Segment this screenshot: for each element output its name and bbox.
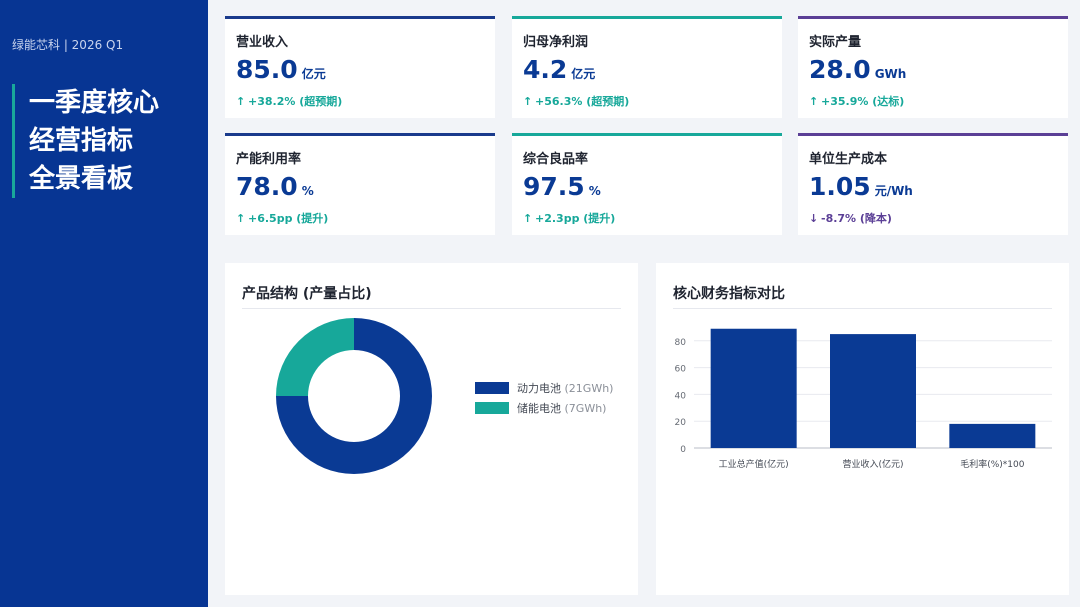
kpi-card-capacity-utilization: 产能利用率 78.0% ↑ +6.5pp (提升) [225, 133, 495, 235]
kpi-delta-text: +2.3pp (提升) [535, 212, 616, 225]
y-tick-label: 40 [675, 391, 687, 401]
kpi-value: 28.0 [809, 55, 871, 84]
kpi-unit: 元/Wh [874, 184, 913, 198]
kpi-delta: ↑ +35.9% (达标) [809, 93, 904, 109]
kpi-value: 97.5 [523, 172, 585, 201]
legend-label: 动力电池 [517, 382, 561, 395]
kpi-accent-bar [512, 133, 782, 136]
bar-chart: 0 20 40 60 80 工业总产值(亿元) 营业收入(亿元) 毛利率(%)*100 [675, 328, 1052, 470]
arrow-up-icon: ↑ [809, 95, 819, 108]
sidebar: 绿能芯科 | 2026 Q1 一季度核心 经营指标 全景看板 [0, 0, 208, 607]
y-tick-label: 60 [675, 365, 687, 375]
kpi-unit: 亿元 [571, 67, 596, 81]
kpi-delta: ↑ +2.3pp (提升) [523, 210, 615, 226]
kpi-accent-bar [798, 16, 1068, 19]
kpi-delta-text: -8.7% (降本) [821, 212, 892, 225]
kpi-accent-bar [225, 133, 495, 136]
x-tick-label: 营业收入(亿元) [842, 458, 903, 470]
kpi-label: 营业收入 [236, 35, 289, 50]
kpi-label: 综合良品率 [523, 152, 589, 167]
donut-legend: 动力电池 (21GWh) 储能电池 (7GWh) [475, 378, 613, 418]
arrow-up-icon: ↑ [523, 95, 533, 108]
kpi-delta: ↑ +6.5pp (提升) [236, 210, 328, 226]
kpi-card-net-profit: 归母净利润 4.2 亿元 ↑ +56.3% (超预期) [512, 16, 782, 118]
kpi-card-unit-cost: 单位生产成本 1.05 元/Wh ↓ -8.7% (降本) [798, 133, 1068, 235]
title-line-2: 经营指标 [29, 126, 134, 156]
legend-label: 储能电池 [517, 402, 561, 415]
legend-swatch [475, 402, 509, 414]
kpi-delta-text: +6.5pp (提升) [248, 212, 329, 225]
kpi-label: 归母净利润 [523, 35, 589, 50]
legend-item-storage-battery: 储能电池 (7GWh) [475, 398, 613, 418]
bar [710, 328, 797, 448]
donut-slice-2 [276, 318, 354, 396]
legend-detail: (21GWh) [564, 381, 614, 395]
kpi-label: 产能利用率 [236, 152, 302, 167]
kpi-unit: % [588, 184, 601, 198]
x-tick-label: 毛利率(%)*100 [960, 458, 1025, 470]
kpi-label: 实际产量 [809, 35, 862, 50]
arrow-up-icon: ↑ [236, 212, 246, 225]
kpi-delta-text: +35.9% (达标) [821, 95, 905, 108]
kpi-delta-text: +56.3% (超预期) [535, 95, 630, 108]
kpi-unit: % [301, 184, 314, 198]
kpi-accent-bar [798, 133, 1068, 136]
legend-detail: (7GWh) [564, 401, 607, 415]
product-structure-panel: 产品结构 (产量占比) 动力电池 (21GWh) 储能电池 (7GWh) [225, 263, 638, 595]
kpi-card-yield-rate: 综合良品率 97.5% ↑ +2.3pp (提升) [512, 133, 782, 235]
kpi-delta: ↑ +56.3% (超预期) [523, 93, 629, 109]
kpi-accent-bar [225, 16, 495, 19]
kpi-unit: 亿元 [301, 67, 326, 81]
legend-swatch [475, 382, 509, 394]
kpi-value: 1.05 [809, 172, 871, 201]
brand-label: 绿能芯科 | 2026 Q1 [12, 38, 124, 52]
kpi-card-output: 实际产量 28.0 GWh ↑ +35.9% (达标) [798, 16, 1068, 118]
dashboard-title: 一季度核心 经营指标 全景看板 [12, 84, 159, 198]
y-tick-label: 80 [675, 338, 687, 348]
donut-chart [276, 318, 432, 474]
arrow-up-icon: ↑ [236, 95, 246, 108]
kpi-delta: ↓ -8.7% (降本) [809, 210, 892, 226]
bar [830, 334, 916, 448]
kpi-label: 单位生产成本 [809, 152, 888, 167]
kpi-unit: GWh [874, 67, 907, 81]
title-line-3: 全景看板 [29, 164, 134, 194]
kpi-value: 4.2 [523, 55, 568, 84]
kpi-card-revenue: 营业收入 85.0 亿元 ↑ +38.2% (超预期) [225, 16, 495, 118]
arrow-up-icon: ↑ [523, 212, 533, 225]
kpi-accent-bar [512, 16, 782, 19]
kpi-value: 78.0 [236, 172, 298, 201]
bar [949, 423, 1036, 448]
y-tick-label: 0 [680, 445, 686, 455]
title-line-1: 一季度核心 [29, 88, 160, 118]
kpi-delta-text: +38.2% (超预期) [248, 95, 343, 108]
legend-item-power-battery: 动力电池 (21GWh) [475, 378, 613, 398]
y-tick-label: 20 [675, 418, 687, 428]
x-tick-label: 工业总产值(亿元) [719, 458, 789, 470]
financial-comparison-panel: 核心财务指标对比 0 20 40 60 80 工业总产值(亿元) 营业收入(亿元) 毛利率(%… [656, 263, 1069, 595]
kpi-delta: ↑ +38.2% (超预期) [236, 93, 342, 109]
arrow-down-icon: ↓ [809, 212, 819, 225]
kpi-value: 85.0 [236, 55, 298, 84]
